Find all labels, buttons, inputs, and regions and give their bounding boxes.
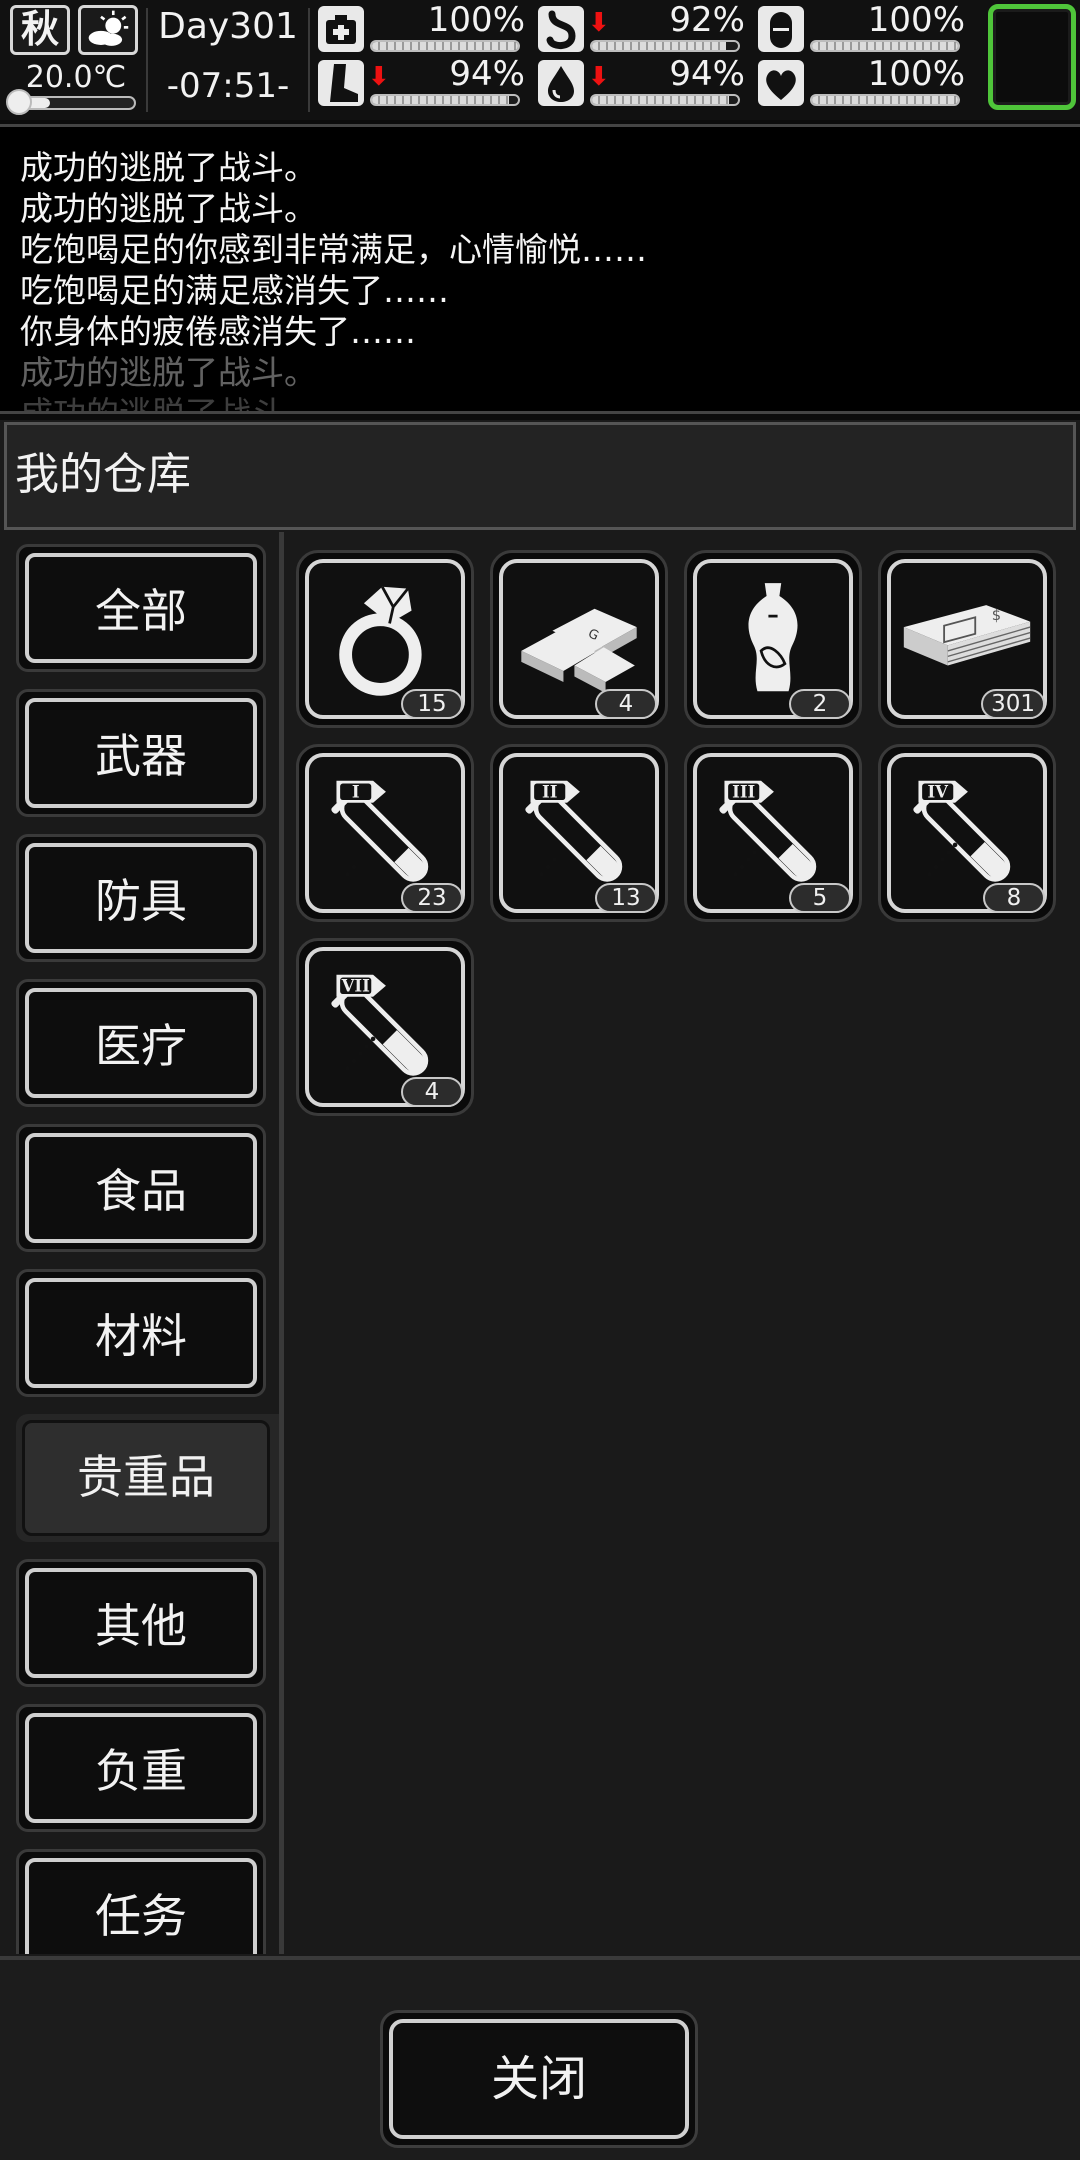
item-count: 5 bbox=[789, 883, 851, 913]
divider bbox=[146, 8, 148, 112]
stat-bar-fill bbox=[592, 96, 730, 104]
inventory-item[interactable]: I 23 bbox=[296, 744, 474, 922]
decrease-arrow-icon: ⬇ bbox=[368, 62, 390, 92]
inventory-item[interactable]: III 5 bbox=[684, 744, 862, 922]
stat-bar bbox=[590, 94, 740, 106]
stat-value: 94% bbox=[449, 54, 525, 94]
stat-thirst: ⬇ 94% bbox=[538, 54, 753, 110]
stat-bar-fill bbox=[372, 96, 510, 104]
inventory-item[interactable]: $301 bbox=[878, 550, 1056, 728]
stat-health: 100% bbox=[318, 0, 533, 56]
stat-medicine: 100% bbox=[758, 0, 973, 56]
stat-bar-fill bbox=[812, 42, 958, 50]
panel-title: 我的仓库 bbox=[4, 422, 1076, 530]
medkit-icon bbox=[318, 6, 364, 52]
category-label: 材料 bbox=[25, 1278, 257, 1388]
weather-icon bbox=[78, 5, 138, 55]
stat-bar-fill bbox=[372, 42, 518, 50]
item-count: 4 bbox=[595, 689, 657, 719]
category-tab[interactable]: 武器 bbox=[16, 689, 266, 817]
svg-text:III: III bbox=[732, 782, 755, 801]
category-tab[interactable]: 材料 bbox=[16, 1269, 266, 1397]
item-grid: 15 G 4 2 $301 I 23 II 13 III 5 IV 8 VII 4 bbox=[296, 550, 1076, 1950]
category-tab[interactable]: 其他 bbox=[16, 1559, 266, 1687]
stat-hunger: ⬇ 92% bbox=[538, 0, 753, 56]
stat-value: 100% bbox=[867, 54, 965, 94]
stat-bar bbox=[810, 94, 960, 106]
item-count: 301 bbox=[981, 689, 1045, 719]
status-bar: 秋 20.0℃ Day301 -07:51- 100% ⬇ 92% 100% ⬇ 94% ⬇… bbox=[0, 0, 1080, 120]
close-button[interactable]: 关闭 bbox=[380, 2010, 698, 2148]
log-line: 成功的逃脱了战斗。 bbox=[20, 394, 317, 414]
leg-icon bbox=[318, 60, 364, 106]
stat-bar bbox=[370, 94, 520, 106]
stat-value: 92% bbox=[669, 0, 745, 40]
category-list[interactable]: 全部武器防具医疗食品材料贵重品其他负重任务 bbox=[4, 532, 284, 1954]
item-count: 4 bbox=[401, 1077, 463, 1107]
inventory-item[interactable]: 2 bbox=[684, 550, 862, 728]
stomach-icon bbox=[538, 6, 584, 52]
category-tab[interactable]: 食品 bbox=[16, 1124, 266, 1252]
season-indicator: 秋 bbox=[10, 5, 70, 55]
svg-text:I: I bbox=[352, 782, 360, 801]
inventory-item[interactable]: 15 bbox=[296, 550, 474, 728]
temperature-readout: 20.0℃ bbox=[25, 60, 127, 95]
stat-bar-fill bbox=[812, 96, 958, 104]
item-count: 15 bbox=[401, 689, 463, 719]
inventory-item[interactable]: II 13 bbox=[490, 744, 668, 922]
category-label: 其他 bbox=[25, 1568, 257, 1678]
category-label: 任务 bbox=[25, 1858, 257, 1954]
message-log: 成功的逃脱了战斗。 成功的逃脱了战斗。 吃饱喝足的你感到非常满足，心情愉悦…… 吃饱喝… bbox=[0, 124, 1080, 414]
item-count: 8 bbox=[983, 883, 1045, 913]
item-count: 13 bbox=[595, 883, 657, 913]
category-tab[interactable]: 全部 bbox=[16, 544, 266, 672]
stat-stamina: ⬇ 94% bbox=[318, 54, 533, 110]
category-label: 医疗 bbox=[25, 988, 257, 1098]
heart-icon bbox=[758, 60, 804, 106]
panel-footer: 关闭 bbox=[0, 1956, 1080, 2160]
pill-icon bbox=[758, 6, 804, 52]
thermometer-icon bbox=[6, 89, 32, 115]
decrease-arrow-icon: ⬇ bbox=[588, 8, 610, 38]
game-clock: -07:51- bbox=[166, 66, 290, 106]
stat-bar-fill bbox=[592, 42, 727, 50]
svg-text:IV: IV bbox=[927, 782, 949, 801]
category-tab[interactable]: 任务 bbox=[16, 1849, 266, 1954]
stat-value: 94% bbox=[669, 54, 745, 94]
warehouse-panel: 我的仓库 全部 武器 防具 医疗 食品 材料 贵重品 其他 负重 任务 15 G 4 2 $301 I 23 I… bbox=[0, 420, 1080, 2160]
divider bbox=[308, 8, 310, 112]
category-label: 负重 bbox=[25, 1713, 257, 1823]
stat-value: 100% bbox=[427, 0, 525, 40]
equipment-slot[interactable] bbox=[988, 4, 1076, 110]
category-tab[interactable]: 贵重品 bbox=[16, 1414, 279, 1542]
svg-text:II: II bbox=[542, 782, 557, 801]
decrease-arrow-icon: ⬇ bbox=[588, 62, 610, 92]
item-count: 23 bbox=[401, 883, 463, 913]
category-label: 全部 bbox=[25, 553, 257, 663]
inventory-item[interactable]: IV 8 bbox=[878, 744, 1056, 922]
item-count: 2 bbox=[789, 689, 851, 719]
day-counter: Day301 bbox=[158, 6, 298, 47]
svg-text:VII: VII bbox=[341, 976, 370, 995]
close-button-label: 关闭 bbox=[389, 2019, 689, 2139]
stat-bar bbox=[370, 40, 520, 52]
category-tab[interactable]: 防具 bbox=[16, 834, 266, 962]
stat-value: 100% bbox=[867, 0, 965, 40]
stat-bar bbox=[810, 40, 960, 52]
category-label: 防具 bbox=[25, 843, 257, 953]
stat-bar bbox=[590, 40, 740, 52]
category-label: 武器 bbox=[25, 698, 257, 808]
inventory-item[interactable]: VII 4 bbox=[296, 938, 474, 1116]
category-tab[interactable]: 负重 bbox=[16, 1704, 266, 1832]
svg-text:$: $ bbox=[992, 607, 1001, 624]
stat-mood: 100% bbox=[758, 54, 973, 110]
category-tab[interactable]: 医疗 bbox=[16, 979, 266, 1107]
inventory-item[interactable]: G4 bbox=[490, 550, 668, 728]
water-drop-icon bbox=[538, 60, 584, 106]
category-label: 食品 bbox=[25, 1133, 257, 1243]
category-label: 贵重品 bbox=[22, 1420, 270, 1536]
